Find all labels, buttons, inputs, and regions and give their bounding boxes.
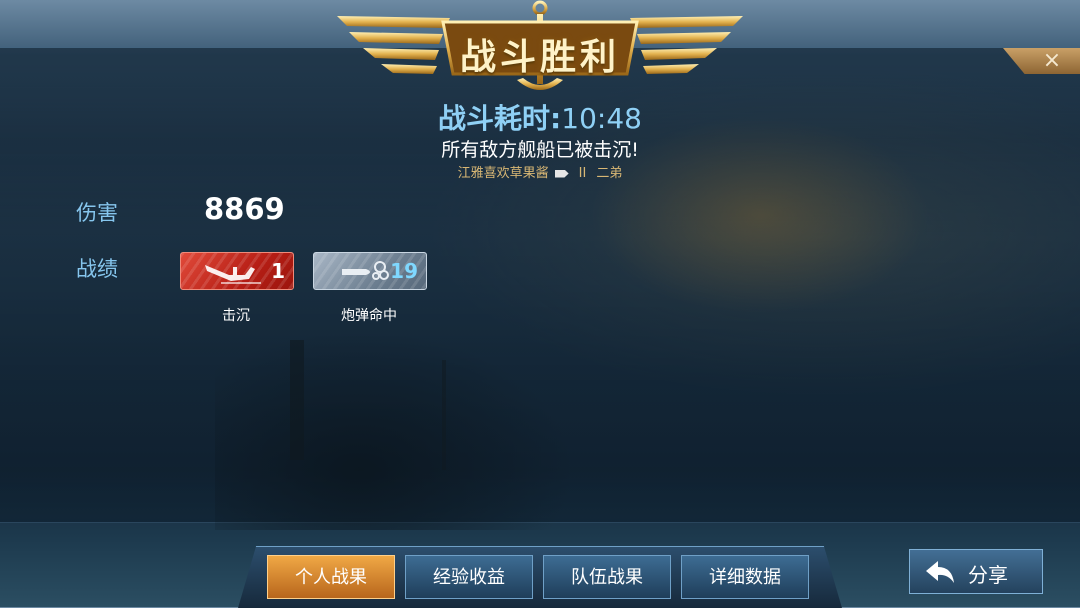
medal-count: 1	[271, 259, 285, 283]
player-info-line: 江雅喜欢草果酱 II 二弟	[0, 162, 1080, 181]
background-ship-mast	[290, 340, 304, 460]
background-ship	[215, 330, 575, 530]
rank-text: 二弟	[596, 166, 623, 181]
medal-count: 19	[390, 259, 418, 283]
victory-title: 战斗胜利	[459, 37, 620, 78]
tab-personal-results[interactable]: 个人战果	[267, 555, 395, 599]
rank-badge-icon	[554, 169, 569, 178]
battle-time-label: 战斗耗时:	[438, 102, 562, 135]
medal-caption: 炮弹命中	[341, 308, 397, 324]
tab-team-results[interactable]: 队伍战果	[543, 555, 671, 599]
damage-value: 8869	[204, 192, 285, 226]
share-arrow-icon	[926, 561, 954, 583]
medal-sunk[interactable]: 1	[180, 252, 294, 290]
damage-label: 伤害	[76, 201, 118, 225]
tab-experience[interactable]: 经验收益	[405, 555, 533, 599]
tab-detailed-data[interactable]: 详细数据	[681, 555, 809, 599]
background-ship-mast	[442, 360, 446, 470]
medal-shell-hits[interactable]: 19	[313, 252, 427, 290]
ship-sinking-icon	[205, 265, 261, 284]
battle-time-value: 10:48	[561, 102, 642, 135]
divider: II	[578, 166, 587, 181]
battle-time: 战斗耗时: 10:48	[0, 97, 1080, 137]
player-name: 江雅喜欢草果酱	[457, 166, 549, 181]
close-icon[interactable]: ×	[1038, 47, 1066, 75]
share-button[interactable]: 分享	[909, 549, 1043, 594]
shell-icon	[342, 261, 389, 280]
record-label: 战绩	[76, 257, 118, 281]
medal-caption: 击沉	[222, 308, 250, 324]
victory-message: 所有敌方舰船已被击沉!	[441, 139, 639, 161]
share-label: 分享	[968, 563, 1008, 587]
